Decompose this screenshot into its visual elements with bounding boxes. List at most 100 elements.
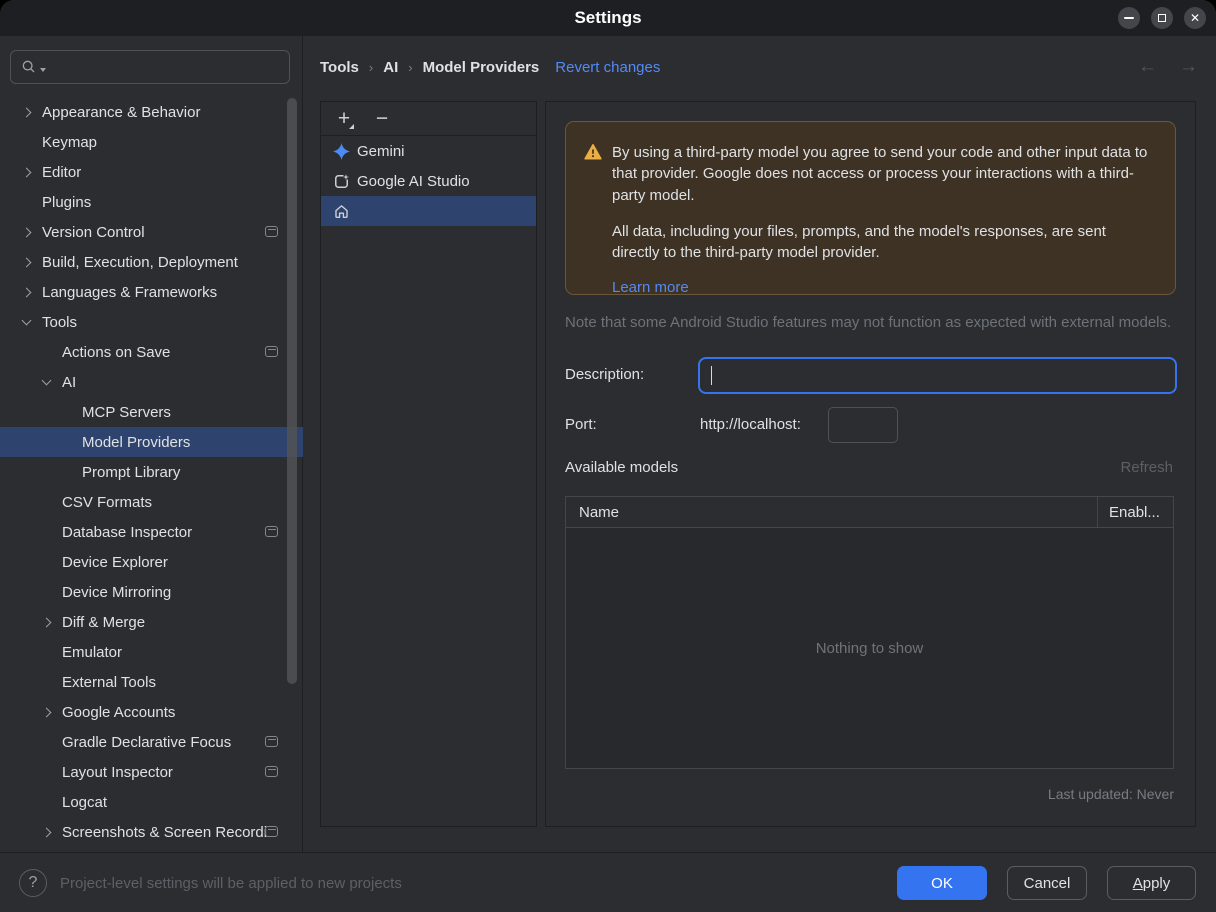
warning-paragraph-2: All data, including your files, prompts,… bbox=[612, 222, 1106, 262]
sidebar-item-label: Actions on Save bbox=[62, 343, 171, 361]
sidebar-item-database-inspector[interactable]: Database Inspector bbox=[0, 517, 303, 547]
settings-search-box[interactable] bbox=[10, 50, 290, 84]
maximize-button[interactable] bbox=[1151, 7, 1173, 29]
provider-row-gemini[interactable]: Gemini bbox=[321, 136, 536, 166]
chevron-right-icon[interactable] bbox=[41, 707, 52, 717]
ai-studio-icon bbox=[333, 173, 350, 190]
gemini-icon bbox=[333, 142, 350, 160]
text-caret bbox=[711, 366, 712, 385]
sidebar-item-screenshots-screen-recordi[interactable]: Screenshots & Screen Recordi bbox=[0, 817, 303, 847]
sidebar-item-plugins[interactable]: Plugins bbox=[0, 187, 303, 217]
warning-paragraph-1: By using a third-party model you agree t… bbox=[612, 144, 1148, 204]
sidebar-item-appearance-behavior[interactable]: Appearance & Behavior bbox=[0, 97, 303, 127]
minus-icon: − bbox=[375, 106, 389, 130]
apply-button[interactable]: Apply bbox=[1107, 866, 1196, 900]
column-header-enabled[interactable]: Enabl... bbox=[1097, 497, 1173, 527]
provider-list-panel: + − Gemini Google AI Studio bbox=[320, 101, 537, 827]
sidebar-item-prompt-library[interactable]: Prompt Library bbox=[0, 457, 303, 487]
model-provider-form: By using a third-party model you agree t… bbox=[545, 101, 1196, 827]
sidebar-item-languages-frameworks[interactable]: Languages & Frameworks bbox=[0, 277, 303, 307]
chevron-down-icon[interactable] bbox=[21, 315, 32, 326]
sidebar-item-logcat[interactable]: Logcat bbox=[0, 787, 303, 817]
sidebar-item-label: Plugins bbox=[42, 193, 92, 211]
titlebar[interactable]: Settings ✕ bbox=[0, 0, 1216, 36]
project-level-badge-icon bbox=[265, 346, 278, 357]
sidebar-item-device-explorer[interactable]: Device Explorer bbox=[0, 547, 303, 577]
sidebar-item-label: Appearance & Behavior bbox=[42, 103, 201, 121]
chevron-right-icon[interactable] bbox=[21, 167, 32, 177]
close-button[interactable]: ✕ bbox=[1184, 7, 1206, 29]
sidebar-item-google-accounts[interactable]: Google Accounts bbox=[0, 697, 303, 727]
chevron-right-icon[interactable] bbox=[21, 257, 32, 267]
chevron-right-icon[interactable] bbox=[21, 287, 32, 297]
breadcrumb-item-tools[interactable]: Tools bbox=[320, 59, 359, 76]
ok-button[interactable]: OK bbox=[897, 866, 987, 900]
chevron-right-icon[interactable] bbox=[21, 107, 32, 117]
history-navigation: ← → bbox=[1138, 50, 1198, 84]
port-input[interactable] bbox=[828, 407, 898, 443]
sidebar-item-label: Device Explorer bbox=[62, 553, 168, 571]
sidebar-item-label: Emulator bbox=[62, 643, 123, 661]
sidebar-item-label: Diff & Merge bbox=[62, 613, 146, 631]
refresh-button[interactable]: Refresh bbox=[1120, 459, 1173, 476]
chevron-down-icon[interactable] bbox=[41, 375, 52, 386]
sidebar-item-label: Tools bbox=[42, 313, 78, 331]
chevron-right-icon[interactable] bbox=[41, 827, 52, 837]
provider-rows: Gemini Google AI Studio bbox=[321, 136, 536, 226]
provider-row-custom[interactable] bbox=[321, 196, 536, 226]
sidebar-item-label: Layout Inspector bbox=[62, 763, 173, 781]
project-level-badge-icon bbox=[265, 826, 278, 837]
minimize-button[interactable] bbox=[1118, 7, 1140, 29]
add-provider-button[interactable]: + bbox=[333, 108, 355, 129]
project-level-badge-icon bbox=[265, 736, 278, 747]
add-dropdown-corner-icon bbox=[349, 123, 354, 129]
models-table-body: Nothing to show bbox=[566, 528, 1173, 768]
sidebar-item-emulator[interactable]: Emulator bbox=[0, 637, 303, 667]
sidebar-item-keymap[interactable]: Keymap bbox=[0, 127, 303, 157]
port-label: Port: bbox=[565, 416, 597, 433]
sidebar-item-label: Screenshots & Screen Recordi bbox=[62, 823, 268, 841]
revert-changes-link[interactable]: Revert changes bbox=[555, 59, 660, 76]
cancel-button[interactable]: Cancel bbox=[1007, 866, 1087, 900]
nav-forward-button[interactable]: → bbox=[1179, 56, 1198, 78]
remove-provider-button[interactable]: − bbox=[371, 106, 393, 130]
sidebar-item-label: Device Mirroring bbox=[62, 583, 172, 601]
sidebar-item-label: Prompt Library bbox=[82, 463, 181, 481]
sidebar-item-ai[interactable]: AI bbox=[0, 367, 303, 397]
search-filter-dropdown-icon[interactable] bbox=[40, 68, 46, 72]
breadcrumb-item-ai[interactable]: AI bbox=[383, 59, 398, 76]
column-header-name[interactable]: Name bbox=[566, 497, 1097, 527]
sidebar-item-gradle-declarative-focus[interactable]: Gradle Declarative Focus bbox=[0, 727, 303, 757]
footer-hint: Project-level settings will be applied t… bbox=[60, 875, 402, 892]
sidebar-item-version-control[interactable]: Version Control bbox=[0, 217, 303, 247]
sidebar-item-mcp-servers[interactable]: MCP Servers bbox=[0, 397, 303, 427]
settings-window: Settings ✕ Appearance & Behavior Keymap Ed… bbox=[0, 0, 1216, 912]
help-button[interactable]: ? bbox=[19, 869, 47, 897]
project-level-badge-icon bbox=[265, 526, 278, 537]
chevron-right-icon[interactable] bbox=[21, 227, 32, 237]
minimize-icon bbox=[1124, 17, 1134, 19]
nav-back-button[interactable]: ← bbox=[1138, 56, 1157, 78]
learn-more-link[interactable]: Learn more bbox=[612, 277, 689, 298]
description-input[interactable] bbox=[700, 367, 1175, 384]
breadcrumb: Tools › AI › Model Providers Revert chan… bbox=[320, 50, 660, 84]
sidebar-item-tools[interactable]: Tools bbox=[0, 307, 303, 337]
sidebar-item-csv-formats[interactable]: CSV Formats bbox=[0, 487, 303, 517]
chevron-right-icon[interactable] bbox=[41, 617, 52, 627]
models-table: Name Enabl... Nothing to show bbox=[565, 496, 1174, 769]
sidebar-item-layout-inspector[interactable]: Layout Inspector bbox=[0, 757, 303, 787]
sidebar-item-build-execution-deployment[interactable]: Build, Execution, Deployment bbox=[0, 247, 303, 277]
breadcrumb-item-model-providers[interactable]: Model Providers bbox=[423, 59, 540, 76]
apply-rest: pply bbox=[1142, 874, 1171, 892]
sidebar-item-model-providers[interactable]: Model Providers bbox=[0, 427, 303, 457]
provider-row-google-ai-studio[interactable]: Google AI Studio bbox=[321, 166, 536, 196]
sidebar-item-diff-merge[interactable]: Diff & Merge bbox=[0, 607, 303, 637]
sidebar-item-label: Gradle Declarative Focus bbox=[62, 733, 232, 751]
sidebar-item-external-tools[interactable]: External Tools bbox=[0, 667, 303, 697]
sidebar-item-label: Google Accounts bbox=[62, 703, 176, 721]
sidebar-item-actions-on-save[interactable]: Actions on Save bbox=[0, 337, 303, 367]
settings-search-input[interactable] bbox=[48, 59, 268, 75]
sidebar-scrollbar[interactable] bbox=[287, 98, 297, 684]
sidebar-item-device-mirroring[interactable]: Device Mirroring bbox=[0, 577, 303, 607]
sidebar-item-editor[interactable]: Editor bbox=[0, 157, 303, 187]
